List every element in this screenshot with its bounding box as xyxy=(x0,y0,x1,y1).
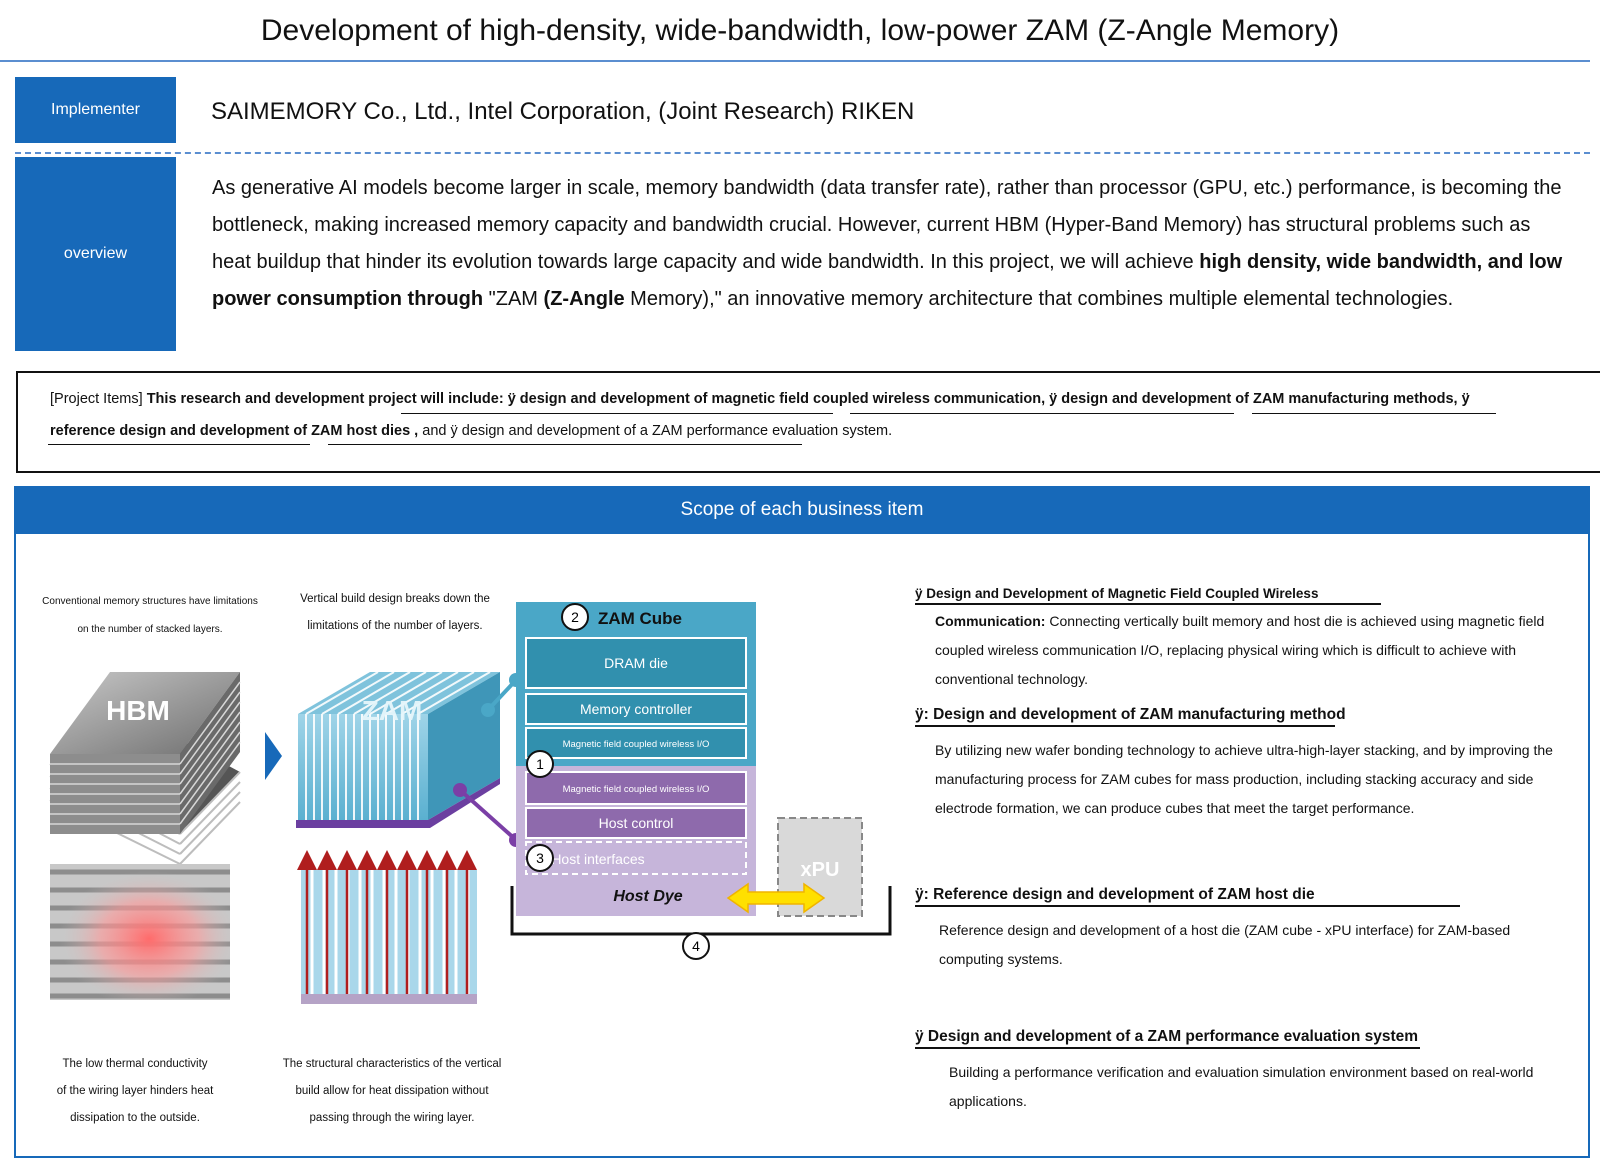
underline xyxy=(850,413,1234,414)
scope-item-3-body: Reference design and development of a ho… xyxy=(939,922,1511,967)
scope-item-1-body: Communication: Connecting vertically bui… xyxy=(935,607,1583,694)
underline xyxy=(1252,413,1496,414)
scope-item-2: ÿ: Design and development of ZAM manufac… xyxy=(915,706,1575,823)
heading-underline xyxy=(915,725,1335,727)
heading-underline xyxy=(915,905,1460,907)
host-dye-label: Host Dye xyxy=(613,888,682,905)
host-interfaces-label: Host interfaces xyxy=(551,851,644,867)
implementer-value: SAIMEMORY Co., Ltd., Intel Corporation, … xyxy=(211,98,915,125)
project-items-box: [Project Items] This research and develo… xyxy=(16,371,1600,473)
underline xyxy=(328,444,802,445)
scope-item-4: ÿ Design and development of a ZAM perfor… xyxy=(915,1028,1575,1116)
hbm-label: HBM xyxy=(106,695,170,726)
dashed-divider xyxy=(15,152,1590,154)
heading-underline xyxy=(915,1047,1420,1049)
xpu-label: xPU xyxy=(801,859,840,881)
overview-text: As generative AI models become larger in… xyxy=(212,170,1572,318)
implementer-label: Implementer xyxy=(15,77,176,143)
scope-item-2-body: By utilizing new wafer bonding technolog… xyxy=(935,742,1553,816)
host-connector xyxy=(458,788,518,842)
memory-controller-label: Memory controller xyxy=(580,701,692,717)
wireless-io-bottom-label: Magnetic field coupled wireless I/O xyxy=(563,784,710,795)
project-items-intro: This research and development project wi… xyxy=(146,391,504,407)
interface-double-arrow xyxy=(726,882,826,914)
marker-1-label: 1 xyxy=(536,756,544,772)
overview-label: overview xyxy=(15,157,176,351)
zam-cube-title: ZAM Cube xyxy=(598,609,682,628)
hbm-stack: HBM xyxy=(49,672,241,865)
vertical-heat-caption-line: build allow for heat dissipation without xyxy=(295,1085,489,1097)
scope-item-3-heading: ÿ: Reference design and development of Z… xyxy=(915,886,1315,903)
marker-4-label: 4 xyxy=(692,938,700,954)
vertical-heat-illustration xyxy=(297,850,477,1004)
zam-diagram: HBM ZAM ZAM Cube DRAM die Memory control… xyxy=(49,602,892,1004)
scope-item-3: ÿ: Reference design and development of Z… xyxy=(915,886,1575,974)
underline xyxy=(48,444,310,445)
project-item-4: and ÿ design and development of a ZAM pe… xyxy=(422,423,893,439)
zam-label: ZAM xyxy=(362,695,423,726)
vertical-heat-caption-line: passing through the wiring layer. xyxy=(309,1112,475,1124)
scope-item-1-heading: ÿ Design and Development of Magnetic Fie… xyxy=(915,586,1319,601)
project-item-3b: reference design and development of ZAM … xyxy=(50,423,419,439)
hbm-heat-illustration xyxy=(50,864,230,1000)
scope-header: Scope of each business item xyxy=(14,486,1590,534)
project-item-1: ÿ design and development of magnetic fie… xyxy=(507,391,1046,407)
title-divider xyxy=(0,60,1590,62)
project-items-line-1: [Project Items] This research and develo… xyxy=(50,391,1470,407)
project-item-3a: ÿ xyxy=(1461,391,1470,407)
scope-item-1-bold: Communication: xyxy=(935,613,1046,629)
overview-part-2: "ZAM xyxy=(483,288,544,310)
project-items-lead: [Project Items] xyxy=(50,391,143,407)
hbm-heat-caption: The low thermal conductivity of the wiri… xyxy=(30,1051,240,1132)
underline xyxy=(401,413,833,414)
page-title: Development of high-density, wide-bandwi… xyxy=(260,14,1340,47)
overview-bold-2: (Z-Angle xyxy=(543,288,625,310)
project-item-2: ÿ design and development of ZAM manufact… xyxy=(1049,391,1458,407)
heading-underline xyxy=(915,603,1381,605)
vertical-heat-caption-line: The structural characteristics of the ve… xyxy=(282,1058,502,1070)
scope-item-4-heading: ÿ Design and development of a ZAM perfor… xyxy=(915,1028,1419,1045)
host-control-label: Host control xyxy=(599,815,674,831)
scope-item-4-body: Building a performance verification and … xyxy=(949,1064,1534,1109)
scope-item-2-heading: ÿ: Design and development of ZAM manufac… xyxy=(915,706,1346,723)
vertical-heat-caption: The structural characteristics of the ve… xyxy=(272,1051,512,1132)
wireless-io-top-label: Magnetic field coupled wireless I/O xyxy=(563,739,710,750)
hbm-heat-caption-line: The low thermal conductivity xyxy=(62,1058,208,1070)
project-items-line-2: reference design and development of ZAM … xyxy=(50,423,892,439)
overview-part-3: Memory)," an innovative memory architect… xyxy=(624,288,1454,310)
marker-2-label: 2 xyxy=(571,609,579,625)
hbm-heat-caption-line: of the wiring layer hinders heat xyxy=(56,1085,214,1097)
hbm-heat-caption-line: dissipation to the outside. xyxy=(70,1112,200,1124)
marker-3-label: 3 xyxy=(536,850,544,866)
dram-die-label: DRAM die xyxy=(604,655,668,671)
connector-node xyxy=(453,783,467,797)
arrow-right-icon xyxy=(265,732,282,780)
connector-node xyxy=(481,703,495,717)
zam-cube-illustration: ZAM xyxy=(296,671,500,828)
